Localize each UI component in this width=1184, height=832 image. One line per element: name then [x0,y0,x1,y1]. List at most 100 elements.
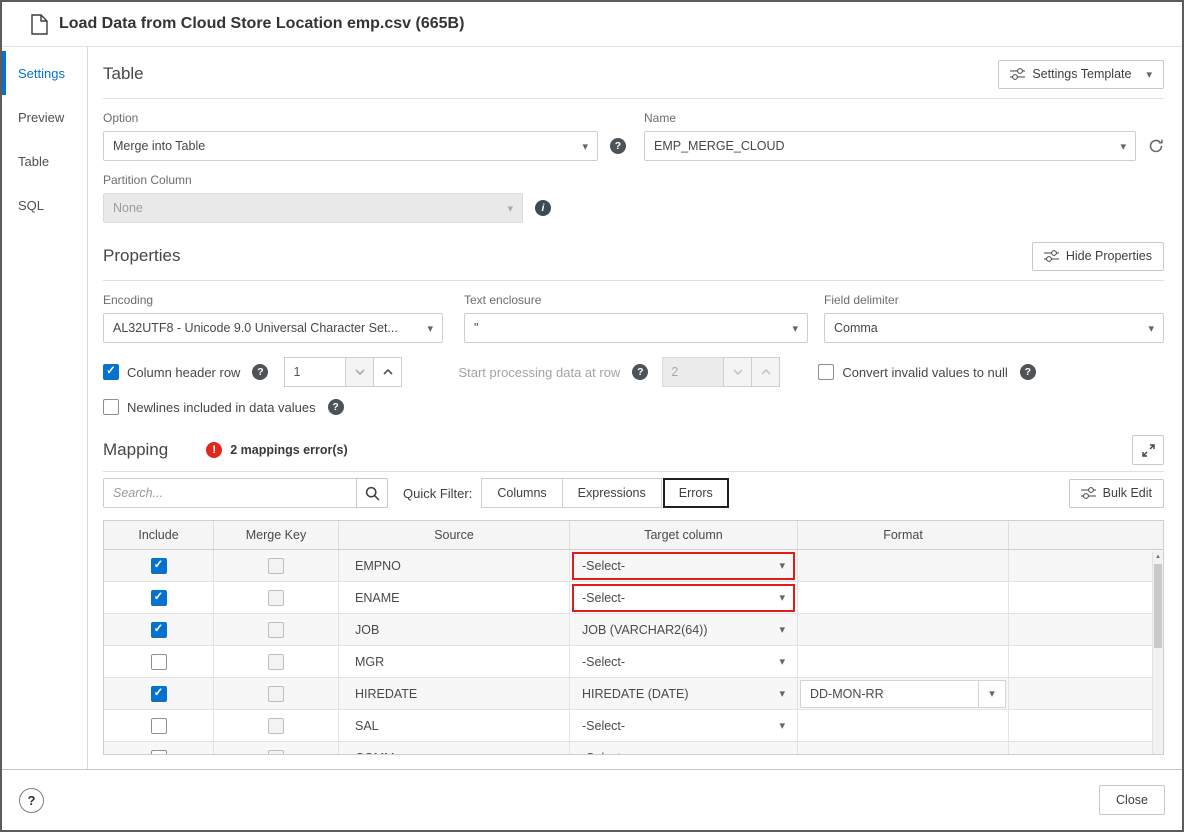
convert-invalid-label: Convert invalid values to null [842,364,1008,380]
text-enclosure-select[interactable]: " ▾ [464,313,808,343]
format-value: DD-MON-RR [810,686,884,701]
hide-properties-button[interactable]: Hide Properties [1031,241,1164,271]
empty-cell [1009,742,1163,754]
bulk-edit-button[interactable]: Bulk Edit [1068,478,1164,508]
help-icon[interactable]: ? [327,399,344,415]
table-row: ENAME -Select- ▾ ▾ [104,582,1163,614]
target-select[interactable]: -Select- ▾ [572,712,795,740]
merge-key-checkbox[interactable] [268,621,284,638]
encoding-label: Encoding [103,293,154,307]
chevron-down-icon: ▾ [427,322,433,335]
merge-key-checkbox[interactable] [268,557,284,574]
properties-section-heading: Properties [103,246,181,265]
merge-key-checkbox[interactable] [268,589,284,606]
sidebar-item-preview[interactable]: Preview [2,95,87,139]
column-header: Source [339,521,570,549]
include-checkbox[interactable] [150,557,167,574]
mapping-table: Include Merge Key Source Target column F… [103,520,1164,755]
target-select[interactable]: -Select- ▾ [572,551,795,580]
partition-value: None [113,201,143,215]
source-cell: EMPNO [339,550,570,581]
option-label: Option [103,111,139,125]
column-header-row-checkbox[interactable] [103,364,119,380]
name-select[interactable]: EMP_MERGE_CLOUD ▾ [644,131,1136,161]
help-icon[interactable]: ? [1019,364,1036,380]
chevron-down-icon: ▾ [779,656,785,668]
sidebar-item-table[interactable]: Table [2,139,87,183]
settings-template-button[interactable]: Settings Template ▾ [998,59,1164,89]
source-cell: MGR [339,646,570,677]
format-cell: ▾ [798,646,1009,677]
target-select[interactable]: -Select- ▾ [572,583,795,612]
option-select[interactable]: Merge into Table ▾ [103,131,598,161]
target-select[interactable]: -Select- ▾ [572,648,795,676]
load-data-dialog: Load Data from Cloud Store Location emp.… [0,0,1184,832]
step-down-button[interactable] [345,357,375,387]
include-checkbox[interactable] [150,653,167,670]
filter-columns-button[interactable]: Columns [481,478,563,508]
chevron-down-icon: ▾ [1120,140,1126,153]
target-select[interactable]: HIREDATE (DATE) ▾ [572,680,795,708]
merge-key-checkbox[interactable] [268,685,284,702]
newlines-checkbox[interactable] [103,399,119,415]
empty-cell [1009,550,1163,581]
scroll-up-icon[interactable]: ▲ [1153,551,1163,563]
info-icon[interactable]: i [535,200,551,216]
chevron-down-icon: ▾ [779,688,785,700]
include-cell [104,582,214,613]
merge-key-checkbox[interactable] [268,653,284,670]
include-checkbox[interactable] [150,717,167,734]
help-icon[interactable]: ? [252,364,269,380]
search-input[interactable] [103,478,357,508]
empty-cell [1009,678,1163,709]
source-cell-text: EMPNO [355,558,401,573]
convert-invalid-checkbox[interactable] [818,364,835,380]
format-select[interactable]: DD-MON-RR ▾ [800,679,1006,708]
include-checkbox[interactable] [150,621,167,638]
target-select[interactable]: -Select- ▾ [572,744,795,755]
empty-cell [1009,582,1163,613]
include-cell [104,742,214,754]
start-row-input [662,357,725,387]
close-button[interactable]: Close [1099,785,1165,815]
column-header-empty [1009,521,1163,549]
step-up-button[interactable] [373,357,403,387]
header-row-input[interactable] [284,357,347,387]
search-button[interactable] [356,478,388,508]
field-delimiter-select[interactable]: Comma ▾ [824,313,1164,343]
text-enclosure-value: " [474,321,479,335]
encoding-select[interactable]: AL32UTF8 - Unicode 9.0 Universal Charact… [103,313,443,343]
source-cell-text: SAL [355,718,379,733]
include-cell [104,614,214,645]
target-select[interactable]: JOB (VARCHAR2(64)) ▾ [572,616,795,644]
sidebar-item-settings[interactable]: Settings [2,51,87,95]
source-cell-text: JOB [355,622,380,637]
include-checkbox[interactable] [150,685,167,702]
filter-expressions-button[interactable]: Expressions [561,478,662,508]
include-checkbox[interactable] [150,749,167,754]
merge-key-checkbox[interactable] [268,749,284,754]
filter-errors-button[interactable]: Errors [662,478,729,508]
sidebar-item-sql[interactable]: SQL [2,183,87,227]
target-cell: JOB (VARCHAR2(64)) ▾ [570,614,798,645]
mapping-errors-badge: ! 2 mappings error(s) [206,442,348,458]
mapping-section-heading: Mapping [103,440,169,459]
format-cell: ▾ [798,582,1009,613]
target-cell: -Select- ▾ [570,710,798,741]
include-checkbox[interactable] [150,589,167,606]
scrollbar-thumb[interactable] [1154,564,1162,648]
merge-key-cell [214,582,339,613]
table-scrollbar[interactable]: ▲ [1152,551,1163,754]
help-icon[interactable]: ? [610,138,626,154]
quick-filter-buttons: Columns Expressions Errors [481,478,729,508]
merge-key-checkbox[interactable] [268,717,284,734]
expand-button[interactable] [1132,435,1164,465]
refresh-icon[interactable] [1148,138,1164,154]
source-cell-text: MGR [355,654,385,669]
include-cell [104,646,214,677]
help-icon[interactable]: ? [632,364,649,380]
empty-cell [1009,614,1163,645]
content: Table Settings Template ▾ Option Merge i… [88,47,1182,769]
help-button[interactable]: ? [19,787,44,813]
target-cell: -Select- ▾ [570,646,798,677]
